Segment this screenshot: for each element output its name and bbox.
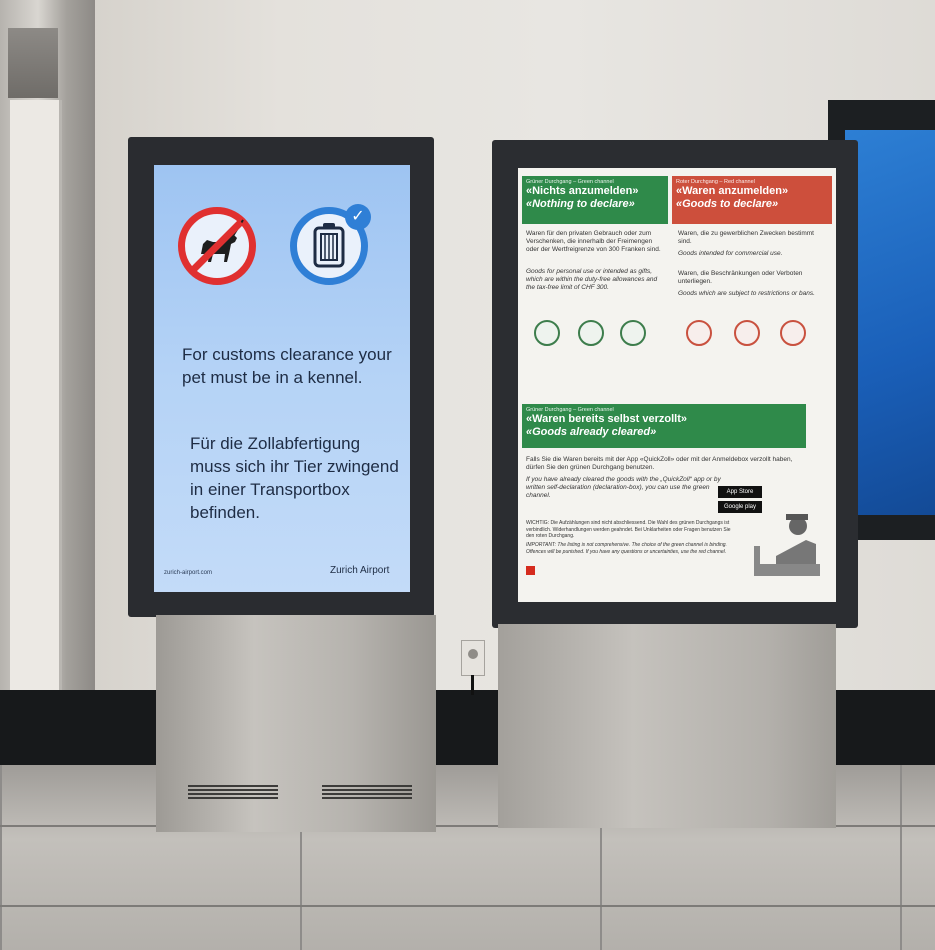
animals-icon (734, 320, 760, 346)
airport-url: zurich-airport.com (164, 570, 213, 576)
headline-english: For customs clearance your pet must be i… (182, 345, 392, 387)
cleared-header: Grüner Durchgang – Green channel «Waren … (522, 404, 806, 448)
swiss-cross-icon (526, 566, 535, 575)
important-note-en: IMPORTANT: The listing is not comprehens… (526, 542, 727, 555)
red-channel-text-de: Waren, die zu gewerblichen Zwecken besti… (678, 230, 814, 245)
green-channel-title-en: «Nothing to declare» (526, 198, 635, 210)
tobacco-icon (620, 320, 646, 346)
door-panel (10, 100, 62, 690)
red-channel-subtitle: Roter Durchgang – Red channel (676, 179, 755, 185)
green-channel-text-de: Waren für den privaten Gebrauch oder zum… (526, 230, 661, 253)
app-store-badge: App Store (718, 486, 762, 498)
green-channel-header: Grüner Durchgang – Green channel «Nichts… (522, 176, 668, 224)
red-channel-text-en: Goods intended for commercial use. (678, 250, 783, 257)
cleared-text-de: Falls Sie die Waren bereits mit der App … (526, 456, 793, 471)
alcohol-bottles-icon (534, 320, 560, 346)
poster-kiosk-base (498, 624, 836, 828)
customs-poster: Grüner Durchgang – Green channel «Nichts… (518, 168, 836, 602)
cleared-text-en: If you have already cleared the goods wi… (526, 476, 721, 499)
power-outlet (461, 640, 485, 695)
no-pet-on-leash-icon (178, 207, 256, 285)
kiosk-base (156, 615, 436, 832)
cleared-title-en: «Goods already cleared» (526, 426, 657, 438)
plants-icon (780, 320, 806, 346)
green-channel-title-de: «Nichts anzumelden» (526, 185, 639, 197)
red-channel-text-en2: Goods which are subject to restrictions … (678, 290, 815, 297)
kiosk-screen: ✓ For customs clearance your pet must be… (154, 165, 410, 592)
vent-left (188, 785, 278, 801)
customs-channel-poster-kiosk: Grüner Durchgang – Green channel «Nichts… (492, 140, 860, 828)
pet-kennel-kiosk: ✓ For customs clearance your pet must be… (128, 137, 436, 832)
red-channel-header: Roter Durchgang – Red channel «Waren anz… (672, 176, 832, 224)
red-channel-title-en: «Goods to declare» (676, 198, 779, 210)
checkmark-badge-icon: ✓ (345, 204, 371, 230)
pet-kennel-checkmark-icon: ✓ (290, 204, 371, 285)
headline-german: Für die Zollabfertigung muss sich ihr Ti… (190, 434, 399, 522)
customs-officer-illustration-icon (754, 514, 820, 576)
important-note-de: WICHTIG: Die Aufzählungen sind nicht abs… (526, 520, 731, 539)
spirits-bottle-icon (578, 320, 604, 346)
weapons-icon (686, 320, 712, 346)
red-channel-text-de2: Waren, die Beschränkungen oder Verboten … (678, 270, 803, 285)
vent-right (322, 785, 412, 801)
zurich-airport-logo: Zurich Airport (330, 565, 390, 576)
green-channel-text-en: Goods for personal use or intended as gi… (526, 268, 658, 291)
red-channel-title-de: «Waren anzumelden» (676, 185, 789, 197)
green-channel-subtitle: Grüner Durchgang – Green channel (526, 179, 614, 185)
cleared-title-de: «Waren bereits selbst verzollt» (526, 413, 687, 425)
door-top (8, 28, 58, 98)
cleared-subtitle: Grüner Durchgang – Green channel (526, 407, 614, 413)
